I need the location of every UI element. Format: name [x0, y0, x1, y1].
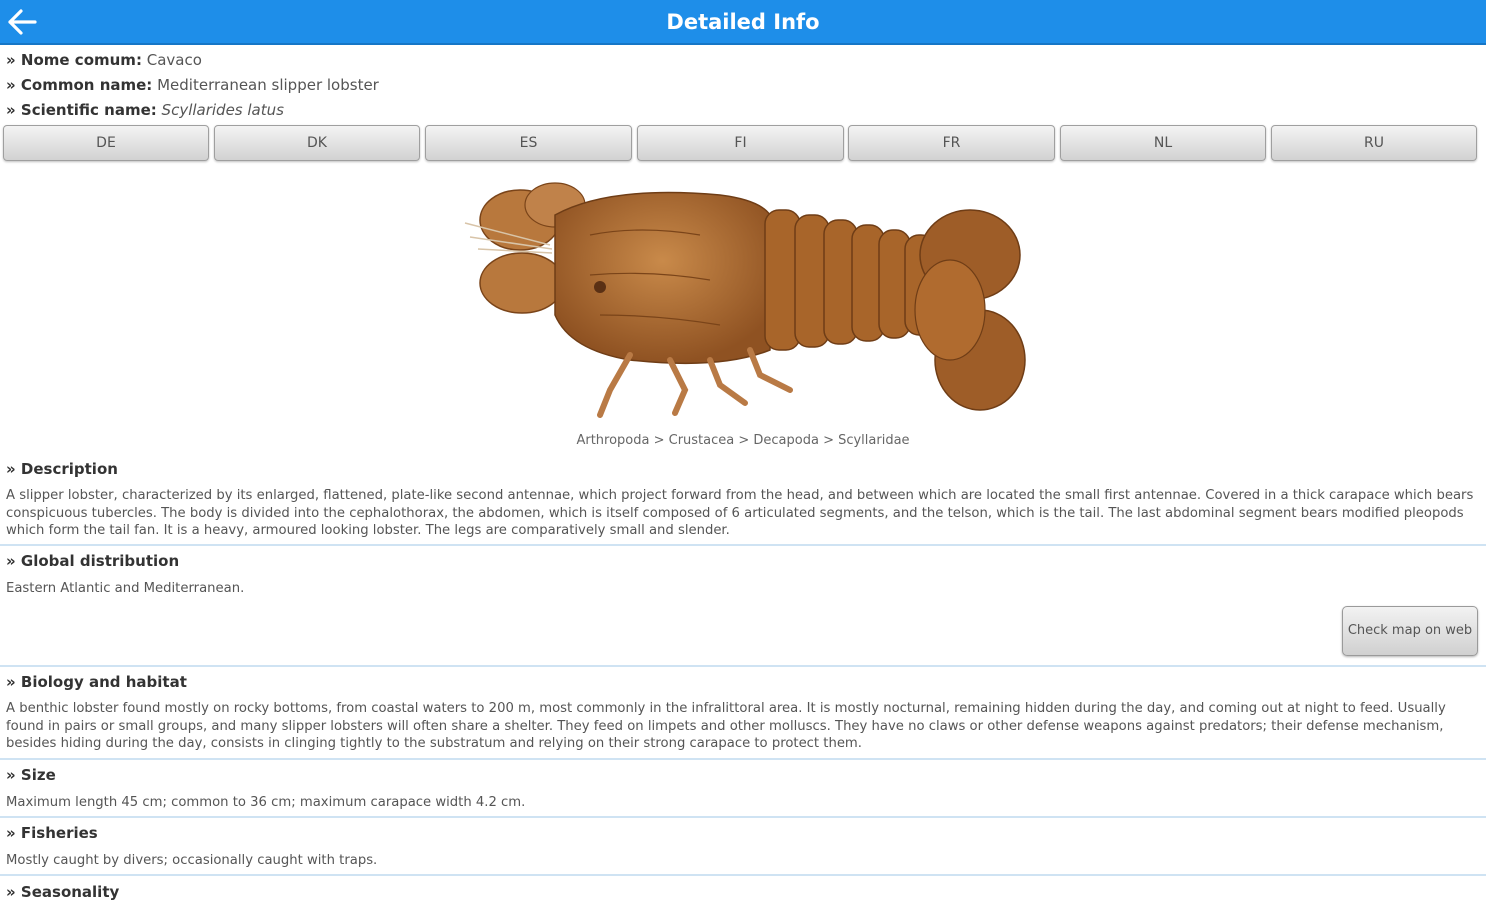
detail-content[interactable]: » Nome comum: Cavaco » Common name: Medi…	[0, 47, 1486, 900]
check-map-button[interactable]: Check map on web	[1342, 606, 1478, 656]
scientific-name-line: » Scientific name: Scyllarides latus	[6, 101, 284, 119]
divider	[0, 816, 1486, 818]
distribution-text: Eastern Atlantic and Mediterranean.	[6, 581, 245, 596]
fisheries-heading: » Fisheries	[6, 824, 98, 842]
scientific-name-label: Scientific name:	[20, 101, 157, 119]
seasonality-heading: » Seasonality	[6, 883, 120, 900]
scientific-name-value: Scyllarides latus	[161, 101, 284, 119]
divider	[0, 544, 1486, 546]
language-button-dk[interactable]: DK	[214, 125, 420, 161]
name-comum-label: Nome comum:	[20, 51, 142, 69]
divider	[0, 758, 1486, 760]
language-button-ru[interactable]: RU	[1271, 125, 1477, 161]
common-name-value: Mediterranean slipper lobster	[157, 76, 379, 94]
language-button-fi[interactable]: FI	[637, 125, 844, 161]
app-bar: Detailed Info	[0, 0, 1486, 45]
language-button-nl[interactable]: NL	[1060, 125, 1266, 161]
language-button-row: DE DK ES FI FR NL RU	[3, 125, 1479, 162]
distribution-heading: » Global distribution	[6, 552, 180, 570]
description-text: A slipper lobster, characterized by its …	[6, 488, 1474, 538]
name-comum-value: Cavaco	[146, 51, 202, 69]
common-name-line: » Common name: Mediterranean slipper lob…	[6, 76, 379, 94]
language-button-de[interactable]: DE	[3, 125, 209, 161]
fisheries-text: Mostly caught by divers; occasionally ca…	[6, 853, 378, 868]
language-button-es[interactable]: ES	[425, 125, 632, 161]
page-title: Detailed Info	[666, 10, 820, 34]
size-heading: » Size	[6, 766, 56, 784]
common-name-label: Common name:	[20, 76, 153, 94]
taxonomy-path: Arthropoda > Crustacea > Decapoda > Scyl…	[576, 433, 910, 448]
name-comum-line: » Nome comum: Cavaco	[6, 51, 202, 69]
biology-text: A benthic lobster found mostly on rocky …	[6, 701, 1446, 751]
biology-heading: » Biology and habitat	[6, 673, 187, 691]
divider	[0, 874, 1486, 876]
language-button-fr[interactable]: FR	[848, 125, 1055, 161]
slipper-lobster-illustration	[464, 182, 1026, 418]
divider	[0, 665, 1486, 667]
size-text: Maximum length 45 cm; common to 36 cm; m…	[6, 795, 526, 810]
description-heading: » Description	[6, 460, 118, 478]
